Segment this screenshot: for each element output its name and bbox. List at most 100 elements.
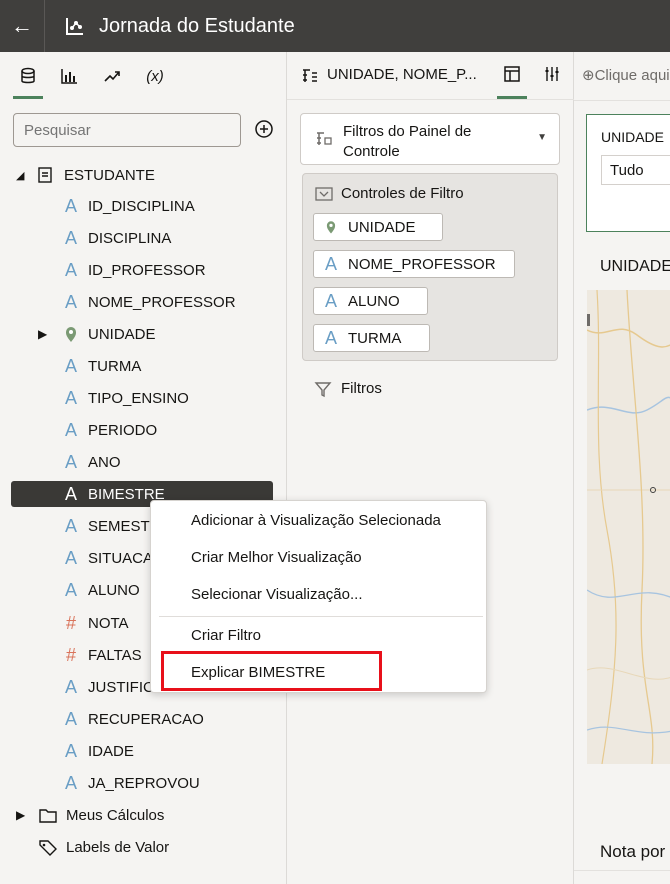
field-label: IDADE bbox=[88, 742, 134, 760]
field-item-geo[interactable]: ▶ UNIDADE bbox=[38, 321, 156, 347]
menu-select-viz[interactable]: Selecionar Visualização... bbox=[191, 586, 363, 603]
grammar-icon[interactable] bbox=[301, 67, 319, 85]
filter-list-icon bbox=[317, 132, 332, 145]
menu-create-filter[interactable]: Criar Filtro bbox=[191, 627, 261, 644]
funnel-icon bbox=[314, 382, 332, 398]
attribute-icon: A bbox=[64, 772, 77, 793]
chip-label: TURMA bbox=[348, 329, 402, 347]
attribute-icon: A bbox=[64, 740, 77, 761]
field-item[interactable]: A SITUACA bbox=[60, 545, 153, 571]
tag-icon bbox=[39, 840, 57, 856]
attribute-icon: A bbox=[64, 676, 77, 697]
workbook-icon bbox=[66, 18, 83, 35]
dataset-label: ESTUDANTE bbox=[64, 166, 155, 184]
filter-control-icon bbox=[315, 187, 333, 201]
dataset-icon bbox=[38, 167, 52, 183]
labels-valor-label: Labels de Valor bbox=[66, 838, 170, 856]
dashboard-filters-dropdown[interactable]: Filtros do Painel de Controle ▼ bbox=[300, 113, 560, 165]
field-item[interactable]: # NOTA bbox=[60, 610, 129, 636]
field-label: TURMA bbox=[88, 357, 142, 375]
chip-label: NOME_PROFESSOR bbox=[348, 255, 496, 273]
attribute-icon: A bbox=[324, 253, 337, 274]
tree-labels-valor[interactable]: Labels de Valor bbox=[38, 834, 169, 860]
field-item[interactable]: A NOME_PROFESSOR bbox=[60, 289, 236, 315]
calculation-icon[interactable]: (x) bbox=[140, 64, 170, 88]
bar-chart-icon[interactable] bbox=[54, 64, 84, 88]
field-label: JUSTIFIC bbox=[88, 678, 154, 696]
field-item[interactable]: # FALTAS bbox=[60, 642, 142, 668]
expand-triangle-icon[interactable]: ▶ bbox=[16, 808, 38, 822]
map-roads bbox=[587, 290, 670, 764]
field-item[interactable]: A TURMA bbox=[60, 353, 141, 379]
filter-chip-nome-professor[interactable]: A NOME_PROFESSOR bbox=[313, 250, 515, 278]
properties-sliders-icon[interactable] bbox=[543, 65, 561, 83]
attribute-icon: A bbox=[64, 547, 77, 568]
tree-dataset-estudante[interactable]: ◢ ESTUDANTE bbox=[16, 162, 155, 188]
measure-icon: # bbox=[65, 612, 76, 633]
field-item[interactable]: A ID_DISCIPLINA bbox=[60, 193, 195, 219]
field-item[interactable]: A PERIODO bbox=[60, 417, 157, 443]
field-item[interactable]: A IDADE bbox=[60, 738, 134, 764]
field-label: FALTAS bbox=[88, 646, 142, 664]
attribute-icon: A bbox=[64, 515, 77, 536]
attribute-icon: A bbox=[64, 419, 77, 440]
field-item-selected[interactable]: A BIMESTRE bbox=[60, 481, 165, 507]
filters-panel: UNIDADE, NOME_P... Filtros do Painel de … bbox=[287, 52, 574, 884]
field-item[interactable]: A TIPO_ENSINO bbox=[60, 385, 189, 411]
active-tab-indicator bbox=[497, 96, 527, 99]
field-label: UNIDADE bbox=[88, 325, 156, 343]
attribute-icon: A bbox=[64, 451, 77, 472]
field-item[interactable]: A SEMESTR bbox=[60, 513, 161, 539]
add-circle-icon[interactable] bbox=[254, 119, 274, 139]
filter-chip-aluno[interactable]: A ALUNO bbox=[313, 287, 428, 315]
field-label: ID_PROFESSOR bbox=[88, 261, 206, 279]
top-bar: ← Jornada do Estudante bbox=[0, 0, 670, 52]
filtros-label[interactable]: Filtros bbox=[341, 380, 382, 397]
attribute-icon: A bbox=[324, 327, 337, 348]
map-visualization[interactable] bbox=[587, 290, 670, 764]
attribute-icon: A bbox=[64, 195, 77, 216]
field-item[interactable]: A ANO bbox=[60, 449, 121, 475]
unidade-filter-value[interactable]: Tudo bbox=[601, 155, 670, 185]
meus-calculos-label: Meus Cálculos bbox=[66, 806, 165, 824]
filters-panel-header: UNIDADE, NOME_P... bbox=[287, 52, 574, 100]
menu-create-best-viz[interactable]: Criar Melhor Visualização bbox=[191, 549, 362, 566]
clique-label: Clique aqui bbox=[594, 67, 670, 84]
field-item[interactable]: A ID_PROFESSOR bbox=[60, 257, 206, 283]
map-title: UNIDADE bbox=[600, 258, 670, 275]
dashboard-filters-label: Filtros do Painel de Controle bbox=[343, 123, 472, 160]
field-label: ALUNO bbox=[88, 581, 140, 599]
add-canvas-hint[interactable]: ⊕Clique aqui bbox=[582, 66, 670, 84]
add-circle-icon: ⊕ bbox=[582, 67, 595, 84]
filter-chip-turma[interactable]: A TURMA bbox=[313, 324, 430, 352]
database-icon[interactable] bbox=[13, 64, 43, 88]
field-label: JA_REPROVOU bbox=[88, 774, 200, 792]
active-tab-indicator bbox=[13, 96, 43, 99]
trend-line-icon[interactable] bbox=[97, 64, 127, 88]
divider bbox=[574, 870, 670, 871]
attribute-icon: A bbox=[64, 387, 77, 408]
attribute-icon: A bbox=[64, 708, 77, 729]
tree-meus-calculos[interactable]: ▶ Meus Cálculos bbox=[16, 802, 164, 828]
location-pin-icon bbox=[326, 221, 336, 234]
filter-controls-label: Controles de Filtro bbox=[341, 185, 464, 202]
field-item[interactable]: A DISCIPLINA bbox=[60, 225, 171, 251]
folder-icon bbox=[39, 809, 57, 823]
menu-add-to-selected-viz[interactable]: Adicionar à Visualização Selecionada bbox=[191, 512, 441, 529]
field-item[interactable]: A JUSTIFIC bbox=[60, 674, 154, 700]
collapse-triangle-icon[interactable]: ◢ bbox=[16, 169, 30, 182]
arrow-left-icon[interactable]: ← bbox=[0, 0, 44, 52]
layout-icon[interactable] bbox=[503, 65, 521, 83]
highlight-box bbox=[161, 651, 382, 691]
search-input[interactable] bbox=[13, 113, 241, 147]
expand-triangle-icon[interactable]: ▶ bbox=[38, 327, 60, 341]
attribute-icon: A bbox=[64, 259, 77, 280]
field-item[interactable]: A JA_REPROVOU bbox=[60, 770, 200, 796]
field-item[interactable]: A RECUPERACAO bbox=[60, 706, 204, 732]
filter-chip-unidade[interactable]: UNIDADE bbox=[313, 213, 443, 241]
field-item[interactable]: A ALUNO bbox=[60, 577, 140, 603]
selected-viz-title[interactable]: UNIDADE, NOME_P... bbox=[327, 66, 477, 83]
filter-bar-card[interactable]: UNIDADE Tudo bbox=[586, 114, 670, 232]
data-panel-tabs: (x) bbox=[0, 52, 287, 100]
field-label: NOME_PROFESSOR bbox=[88, 293, 236, 311]
